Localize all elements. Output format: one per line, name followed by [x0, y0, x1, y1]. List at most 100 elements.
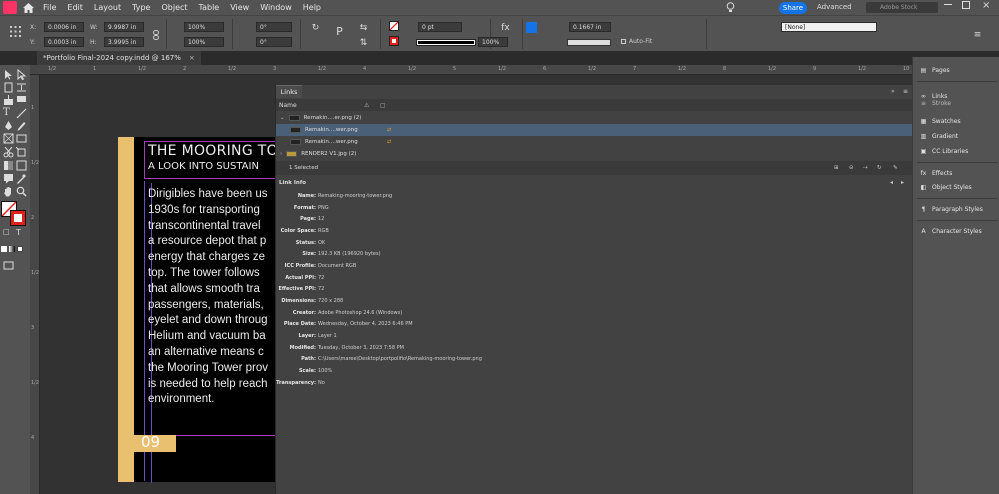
minimize-icon[interactable]	[944, 4, 952, 5]
share-button[interactable]: Share	[779, 2, 807, 14]
stroke-type-select[interactable]	[416, 39, 476, 46]
gradient-feather-tool-icon[interactable]	[16, 160, 27, 171]
lightbulb-icon[interactable]	[726, 2, 735, 15]
close-icon[interactable]: ×	[982, 0, 990, 11]
character-styles-panel-button[interactable]: A Character Styles	[919, 225, 981, 237]
content-collector-icon[interactable]	[3, 95, 14, 106]
menu-edit[interactable]: Edit	[67, 3, 83, 12]
apply-gradient-icon[interactable]	[9, 246, 15, 252]
document-tab[interactable]: *Portfolio Final-2024 copy.indd @ 167% ×	[37, 51, 201, 65]
column-width-field[interactable]	[567, 39, 611, 46]
pen-tool-icon[interactable]	[3, 120, 14, 131]
links-column-header[interactable]: Name ⚠ ▢	[276, 99, 913, 111]
rectangle-frame-tool-icon[interactable]	[3, 133, 14, 144]
workspace-switcher[interactable]: Advanced	[817, 3, 852, 11]
formatting-affects-text-icon[interactable]: T	[16, 228, 27, 239]
hand-tool-icon[interactable]	[3, 186, 14, 197]
menu-view[interactable]: View	[230, 3, 249, 12]
cc-libraries-panel-button[interactable]: ▣ CC Libraries	[919, 145, 969, 157]
type-on-path-icon[interactable]: P	[334, 25, 345, 38]
reference-point-icon[interactable]	[10, 26, 21, 37]
link-row-selected[interactable]: Remakin....wer.png ⇄	[276, 124, 913, 136]
object-styles-panel-button[interactable]: ◧ Object Styles	[919, 181, 972, 193]
eyedropper-tool-icon[interactable]	[16, 173, 27, 184]
close-tab-icon[interactable]: ×	[189, 54, 195, 62]
menu-type[interactable]: Type	[132, 3, 150, 12]
rotate-cw-icon[interactable]: ↻	[310, 22, 321, 33]
width-field[interactable]: 9.9987 in	[104, 22, 144, 32]
y-field[interactable]: 0.0003 in	[44, 37, 84, 47]
apply-color-icon[interactable]	[1, 246, 7, 252]
links-panel-tab[interactable]: Links	[276, 85, 302, 98]
formatting-affects-container-icon[interactable]: □	[3, 228, 14, 239]
document-page[interactable]: THE MOORING TOW A LOOK INTO SUSTAIN Diri…	[118, 137, 275, 483]
page-link-icon[interactable]: ⇄	[387, 139, 391, 145]
stroke-weight-field[interactable]: 0 pt	[418, 22, 462, 32]
update-link-icon[interactable]: ↻	[877, 165, 882, 171]
direct-selection-tool-icon[interactable]	[16, 69, 27, 80]
stroke-swatch[interactable]	[389, 36, 399, 46]
collapse-panel-icon[interactable]: »	[891, 88, 895, 95]
fill-swatch[interactable]	[389, 21, 399, 31]
gradient-panel-button[interactable]: ▥ Gradient	[919, 130, 958, 142]
link-row[interactable]: › RENDER2 V1.jpg (2)	[276, 148, 913, 160]
screen-mode-icon[interactable]	[3, 260, 14, 271]
previous-link-icon[interactable]: ◂	[890, 179, 893, 186]
note-tool-icon[interactable]	[3, 173, 14, 184]
edit-original-icon[interactable]: ✎	[893, 165, 898, 171]
scissors-tool-icon[interactable]	[3, 147, 14, 158]
fx-icon[interactable]: fx	[500, 22, 511, 33]
home-icon[interactable]	[21, 1, 35, 15]
selection-tool-icon[interactable]	[3, 69, 14, 80]
relink-from-cc-icon[interactable]: ⊞	[834, 165, 839, 171]
line-tool-icon[interactable]	[16, 108, 27, 119]
zoom-tool-icon[interactable]	[16, 186, 27, 197]
gradient-swatch-tool-icon[interactable]	[3, 160, 14, 171]
paragraph-styles-panel-button[interactable]: ¶ Paragraph Styles	[919, 203, 983, 215]
stroke-panel-button[interactable]: ≡ Stroke	[919, 99, 951, 107]
menu-object[interactable]: Object	[161, 3, 187, 12]
menu-window[interactable]: Window	[260, 3, 292, 12]
type-tool-icon[interactable]: T	[3, 107, 14, 118]
panel-menu-icon[interactable]: ≡	[903, 88, 908, 95]
hamburger-menu-icon[interactable]: ≡	[972, 29, 983, 40]
menu-file[interactable]: File	[43, 3, 56, 12]
effects-panel-button[interactable]: fx Effects	[919, 167, 953, 179]
height-field[interactable]: 3.9995 in	[104, 37, 144, 47]
goto-link-icon[interactable]: ⇢	[863, 165, 868, 171]
expand-icon[interactable]: ›	[280, 151, 282, 157]
apply-none-icon[interactable]	[17, 246, 23, 252]
maximize-icon[interactable]	[962, 1, 970, 9]
object-style-select[interactable]: [None]	[781, 22, 877, 32]
flip-horizontal-icon[interactable]: ⇆	[358, 22, 369, 33]
autofit-checkbox[interactable]	[621, 39, 626, 44]
gap-tool-icon[interactable]	[16, 82, 27, 93]
free-transform-tool-icon[interactable]	[16, 147, 27, 158]
scale-y-field[interactable]: 100%	[184, 37, 224, 47]
ref-field[interactable]: 0.1667 in	[569, 22, 611, 32]
page-column-icon[interactable]: ▢	[380, 102, 386, 109]
x-field[interactable]: 0.0006 in	[44, 22, 84, 32]
rectangle-tool-icon[interactable]	[16, 133, 27, 144]
stroke-color-icon[interactable]	[10, 210, 26, 226]
relink-icon[interactable]: ⊝	[849, 165, 854, 171]
link-row[interactable]: Remakin....wer.png ⇄	[276, 136, 913, 148]
adobe-stock-search[interactable]: Adobe Stock	[866, 2, 938, 13]
collapse-icon[interactable]: ⌄	[280, 115, 285, 121]
opacity-field[interactable]: 100%	[478, 37, 508, 47]
page-link-icon[interactable]: ⇄	[387, 127, 391, 133]
swatches-panel-button[interactable]: ▦ Swatches	[919, 115, 961, 127]
next-link-icon[interactable]: ▸	[901, 179, 904, 186]
page-tool-icon[interactable]	[3, 82, 14, 93]
menu-help[interactable]: Help	[303, 3, 321, 12]
scale-x-field[interactable]: 100%	[184, 22, 224, 32]
rotation-field[interactable]: 0°	[256, 22, 292, 32]
warning-column-icon[interactable]: ⚠	[364, 102, 369, 109]
pencil-tool-icon[interactable]	[16, 120, 27, 131]
menu-table[interactable]: Table	[199, 3, 220, 12]
pages-panel-button[interactable]: ▤ Pages	[919, 64, 950, 76]
flip-vertical-icon[interactable]: ⇅	[358, 37, 369, 48]
shear-field[interactable]: 0°	[256, 37, 292, 47]
menu-layout[interactable]: Layout	[94, 3, 121, 12]
constrain-proportions-icon[interactable]	[150, 29, 161, 40]
